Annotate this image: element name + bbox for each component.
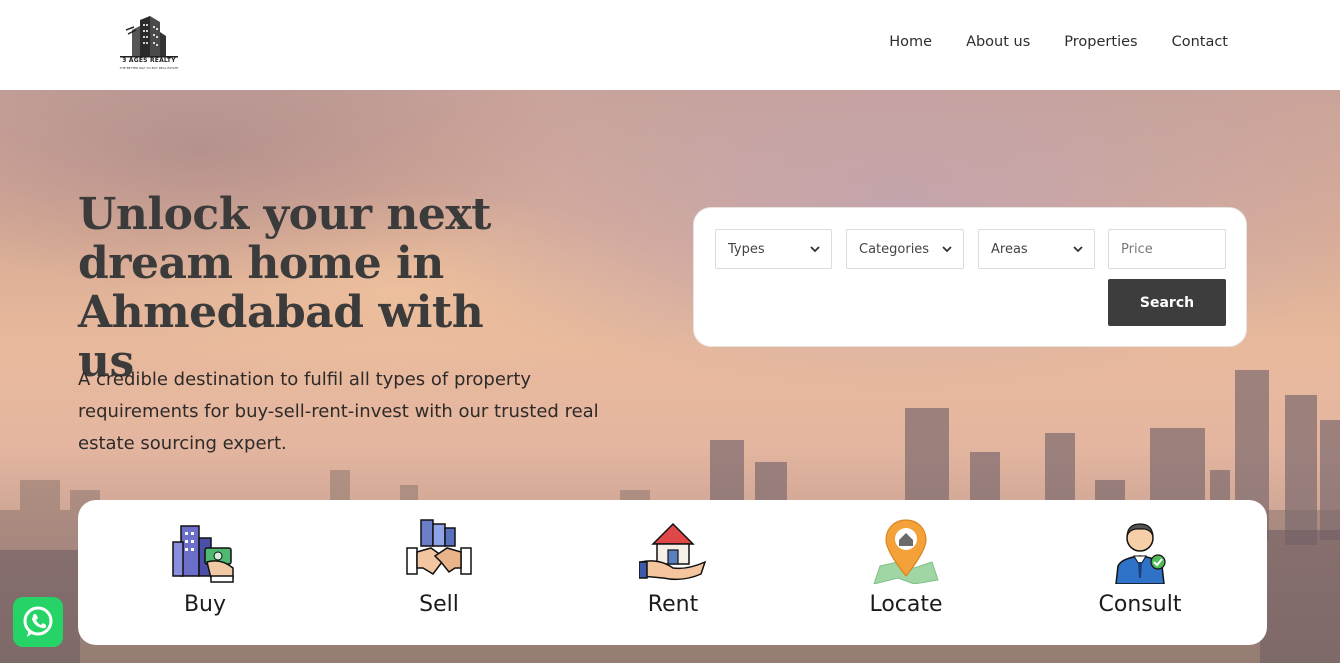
- brand-logo[interactable]: 3 AGES REALTY THE BETTER WAY TO BUY REAL…: [114, 14, 184, 74]
- service-rent[interactable]: Rent: [593, 518, 753, 628]
- consult-agent-icon: [1115, 523, 1166, 584]
- service-consult[interactable]: Consult: [1060, 518, 1220, 628]
- hero-subtext: A credible destination to fulfil all typ…: [78, 369, 599, 454]
- categories-select[interactable]: Categories: [846, 229, 964, 269]
- brand-tagline: THE BETTER WAY TO BUY REAL ESTATE: [119, 66, 179, 70]
- nav-about-us[interactable]: About us: [966, 34, 1030, 50]
- service-sell[interactable]: Sell: [359, 518, 519, 628]
- search-button[interactable]: Search: [1108, 279, 1226, 326]
- nav-home[interactable]: Home: [889, 34, 932, 50]
- types-select-value: Types: [728, 242, 765, 257]
- areas-select-value: Areas: [991, 242, 1028, 257]
- service-consult-label: Consult: [1098, 592, 1182, 617]
- price-input[interactable]: [1108, 229, 1226, 269]
- nav-properties[interactable]: Properties: [1064, 34, 1137, 50]
- buy-building-cash-icon: [172, 525, 234, 583]
- hero-headline: Unlock your next dream home in Ahmedabad…: [78, 189, 491, 387]
- brand-name: 3 AGES REALTY: [122, 57, 176, 64]
- service-rent-label: Rent: [647, 592, 699, 617]
- nav-contact[interactable]: Contact: [1172, 34, 1228, 50]
- hero-section: Unlock your next dream home in Ahmedabad…: [0, 90, 1340, 663]
- service-locate-label: Locate: [869, 592, 943, 617]
- service-locate[interactable]: Locate: [826, 518, 986, 628]
- categories-select-value: Categories: [859, 242, 930, 257]
- areas-select[interactable]: Areas: [978, 229, 1095, 269]
- property-search-panel: Types Categories Areas Search: [693, 207, 1247, 347]
- building-logo-icon: [120, 16, 178, 58]
- types-select[interactable]: Types: [715, 229, 832, 269]
- service-buy[interactable]: Buy: [125, 518, 285, 628]
- whatsapp-icon: [23, 606, 53, 637]
- chevron-down-icon: [942, 246, 952, 253]
- service-sell-label: Sell: [419, 592, 459, 617]
- services-strip: Buy Sell Rent Locate Consult: [78, 500, 1267, 645]
- rent-house-hand-icon: [639, 522, 707, 581]
- locate-map-pin-icon: [873, 519, 939, 584]
- chevron-down-icon: [810, 246, 820, 253]
- service-buy-label: Buy: [183, 592, 227, 617]
- whatsapp-button[interactable]: [13, 597, 63, 647]
- sell-handshake-icon: [406, 519, 472, 575]
- main-nav: Home About us Properties Contact: [889, 34, 1228, 50]
- site-header: 3 AGES REALTY THE BETTER WAY TO BUY REAL…: [0, 0, 1340, 90]
- chevron-down-icon: [1073, 246, 1083, 253]
